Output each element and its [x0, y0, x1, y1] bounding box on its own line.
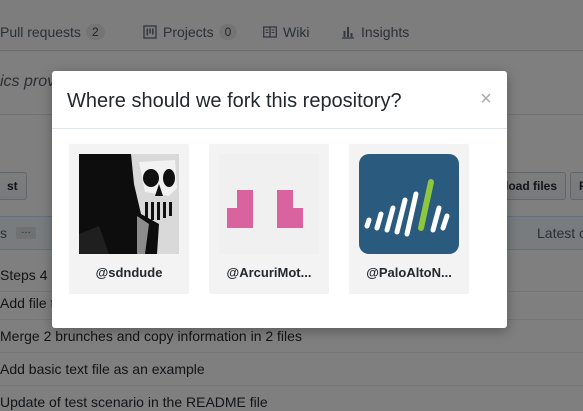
fork-dialog: Where should we fork this repository? × …: [52, 71, 507, 328]
username-label: @PaloAltoN...: [366, 265, 452, 280]
username-label: @ArcuriMot...: [226, 265, 312, 280]
fork-target-paloaltonetworks[interactable]: @PaloAltoN...: [349, 144, 469, 294]
fork-target-arcurimot[interactable]: @ArcuriMot...: [209, 144, 329, 294]
dialog-header: Where should we fork this repository? ×: [52, 71, 507, 129]
username-label: @sdndude: [95, 265, 163, 280]
dialog-title: Where should we fork this repository?: [67, 90, 402, 112]
paloalto-logo-avatar: [359, 154, 459, 254]
pink-blocks-avatar: [219, 154, 319, 254]
fork-target-sdndude[interactable]: @sdndude: [69, 144, 189, 294]
close-icon[interactable]: ×: [477, 89, 495, 109]
skull-avatar: [79, 154, 179, 254]
